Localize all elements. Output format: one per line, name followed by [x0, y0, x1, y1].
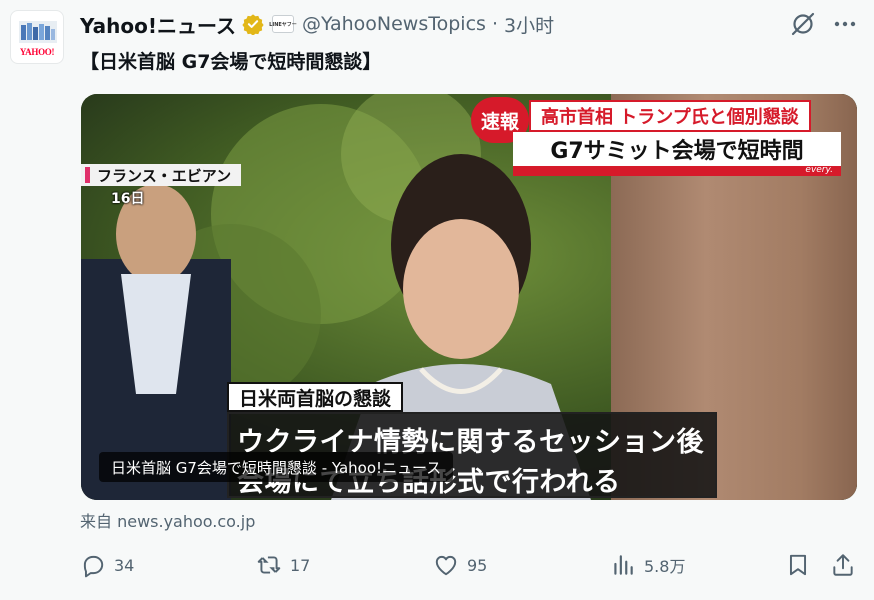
tweet: YAHOO! Yahoo!ニュース LINEヤフー @YahooNewsTopi…	[0, 0, 874, 600]
location-label: フランス・エビアン	[81, 164, 242, 186]
views-icon	[614, 555, 633, 575]
retweet-count: 17	[290, 555, 311, 575]
more-options-icon[interactable]	[832, 12, 858, 36]
like-count: 95	[467, 555, 488, 575]
handle[interactable]: @YahooNewsTopics	[302, 13, 486, 35]
avatar-brand-text: YAHOO!	[19, 47, 55, 57]
retweet-icon	[257, 556, 281, 574]
separator-dot: ·	[491, 13, 498, 35]
views-button[interactable]: 5.8万	[610, 548, 685, 582]
headline-top: 高市首相 トランプ氏と個別懇談	[529, 100, 811, 132]
program-label: every.	[805, 165, 833, 175]
share-icon	[833, 554, 853, 576]
grok-icon[interactable]	[790, 11, 816, 37]
tweet-text: 【日米首脳 G7会場で短時間懇談】	[80, 51, 382, 73]
avatar[interactable]: YAHOO!	[10, 10, 64, 64]
views-count: 5.8万	[644, 557, 686, 576]
verified-badge-icon[interactable]	[242, 13, 264, 35]
heart-icon	[435, 555, 457, 576]
program-bar: every.	[513, 165, 841, 176]
timestamp[interactable]: 3小时	[504, 11, 554, 38]
tweet-header: Yahoo!ニュース LINEヤフー @YahooNewsTopics · 3小…	[80, 10, 554, 38]
link-card-title[interactable]: 日米首脳 G7会場で短時間懇談 - Yahoo!ニュース	[99, 452, 454, 482]
reply-count: 34	[114, 555, 135, 575]
share-button[interactable]	[830, 548, 856, 582]
display-name[interactable]: Yahoo!ニュース	[80, 10, 236, 39]
reply-icon	[83, 555, 104, 578]
like-button[interactable]: 95	[433, 548, 487, 582]
caption-small: 日米両首脳の懇談	[227, 382, 404, 412]
retweet-button[interactable]: 17	[256, 548, 310, 582]
link-source[interactable]: 来自 news.yahoo.co.jp	[80, 508, 255, 532]
media-card[interactable]: 速報 高市首相 トランプ氏と個別懇談 G7サミット会場で短時間 every. フ…	[81, 94, 857, 500]
headline-bottom: G7サミット会場で短時間	[513, 132, 841, 166]
date-label: 16日	[111, 191, 145, 207]
affiliate-badge[interactable]: LINEヤフー	[269, 15, 297, 33]
reply-button[interactable]: 34	[80, 548, 134, 582]
bookmark-icon	[789, 554, 807, 576]
bookmark-button[interactable]	[785, 548, 811, 582]
action-bar: 34 17 95 5.8万	[80, 548, 860, 582]
yahoo-news-logo-icon	[19, 21, 57, 43]
